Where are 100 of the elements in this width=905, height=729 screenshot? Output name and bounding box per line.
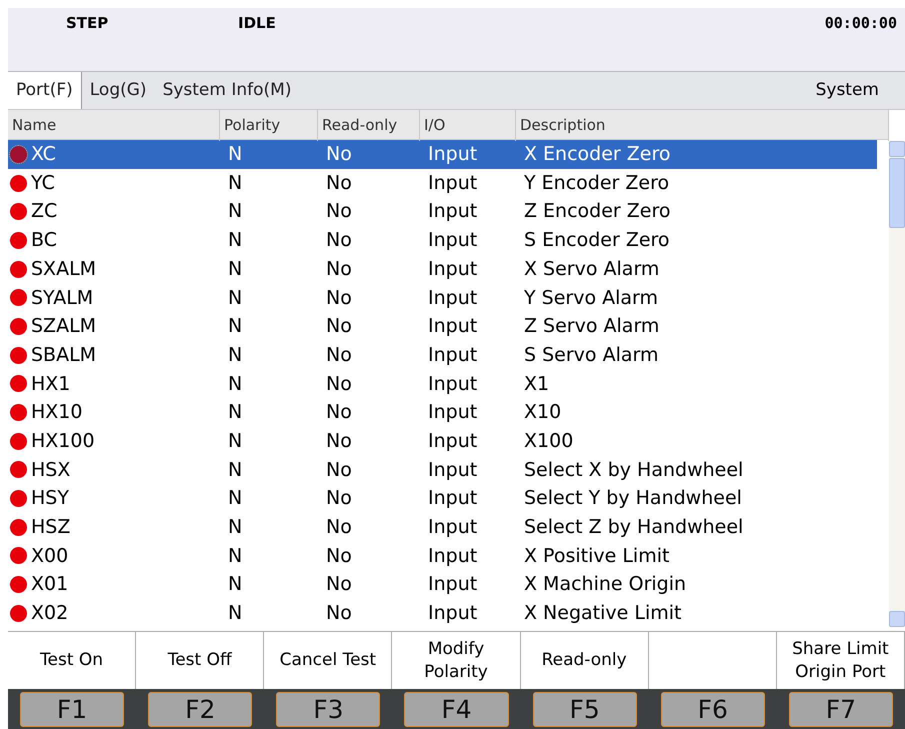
table-row[interactable]: HX1 N No Input X1 xyxy=(8,370,877,398)
table-cell-text: SZALM xyxy=(31,314,96,340)
table-cell-text: N xyxy=(227,170,244,196)
table-cell-text: Input xyxy=(427,428,478,454)
tab[interactable]: Log(G) xyxy=(82,72,155,109)
table-row[interactable]: XC N No Input X Encoder Zero xyxy=(8,140,877,169)
table-cell-text: S Servo Alarm xyxy=(523,342,660,368)
function-key[interactable]: F6 xyxy=(660,692,765,727)
table-row[interactable]: SXALM N No Input X Servo Alarm xyxy=(8,254,877,284)
table-cell-text: Y Servo Alarm xyxy=(523,286,660,311)
table-cell-text: Input xyxy=(427,170,478,196)
table-cell-text: N xyxy=(227,428,244,454)
table-cell-text: N xyxy=(227,400,244,426)
table-cell-text: N xyxy=(227,199,244,224)
function-key[interactable]: F7 xyxy=(788,692,893,727)
table-row[interactable]: SYALM N No Input Y Servo Alarm xyxy=(8,283,877,312)
table-cell-text: N xyxy=(227,256,244,282)
scroll-up-button[interactable] xyxy=(889,141,905,157)
table-cell-text: Input xyxy=(427,544,478,569)
table-cell-text: No xyxy=(325,286,353,311)
table-cell-text: Input xyxy=(427,601,478,626)
table-cell-text: Select Y by Handwheel xyxy=(523,486,743,512)
table-cell-text: No xyxy=(325,199,353,224)
table-cell-text: Input xyxy=(427,515,478,540)
table-row[interactable]: SZALM N No Input Z Servo Alarm xyxy=(8,312,877,341)
table-row[interactable]: ZC N No Input Z Encoder Zero xyxy=(8,197,877,226)
table-cell-text: Input xyxy=(427,342,478,368)
status-dot-icon xyxy=(10,375,27,392)
table-cell-text: No xyxy=(325,142,353,168)
table-row[interactable]: YC N No Input Y Encoder Zero xyxy=(8,168,877,198)
table-cell-text: Input xyxy=(427,486,478,512)
table-cell-text: X Negative Limit xyxy=(523,601,682,626)
table-cell-text: Input xyxy=(427,199,478,224)
table-cell-text: BC xyxy=(31,228,57,254)
function-key[interactable]: F2 xyxy=(148,692,252,727)
table-cell-text: HSX xyxy=(31,458,70,483)
table-cell-text: Input xyxy=(427,228,478,254)
scrollbar[interactable] xyxy=(889,141,905,627)
table-cell-text: Select Z by Handwheel xyxy=(523,515,744,540)
table-cell-text: X1 xyxy=(523,372,550,397)
softkey-label: Modify Polarity xyxy=(424,638,488,683)
table-cell-text: N xyxy=(227,515,244,540)
status-dot-icon xyxy=(10,174,27,192)
table-cell-text: N xyxy=(227,572,244,598)
table-cell-text: No xyxy=(325,486,353,512)
table-row[interactable]: HSY N No Input Select Y by Handwheel xyxy=(8,484,877,513)
scroll-down-button[interactable] xyxy=(889,611,905,627)
table-row[interactable]: BC N No Input S Encoder Zero xyxy=(8,226,877,255)
table-row[interactable]: X02 N No Input X Negative Limit xyxy=(8,599,877,628)
status-dot-icon xyxy=(10,203,27,220)
table-cell-text: ZC xyxy=(31,199,58,224)
status-dot-icon xyxy=(10,346,27,364)
table-cell-text: N xyxy=(227,228,244,254)
table-cell-text: N xyxy=(227,458,244,483)
table-cell-text: X Positive Limit xyxy=(523,544,670,569)
softkey-label: Test Off xyxy=(168,649,232,672)
status-dot-icon xyxy=(10,404,27,422)
table-cell-text: N xyxy=(227,286,244,311)
table-row[interactable]: HX100 N No Input X100 xyxy=(8,426,877,456)
table-cell-text: No xyxy=(325,515,353,540)
table-cell-text: X00 xyxy=(31,544,68,569)
function-key[interactable]: F3 xyxy=(276,692,380,727)
table-cell-text: HX1 xyxy=(31,372,70,397)
table-row[interactable]: X01 N No Input X Machine Origin xyxy=(8,570,877,599)
table-cell-text: N xyxy=(227,601,244,626)
function-key[interactable]: F5 xyxy=(532,692,637,727)
table-cell-text: N xyxy=(227,372,244,397)
status-dot-icon xyxy=(10,146,27,163)
table-cell-text: No xyxy=(325,572,353,598)
status-dot-icon xyxy=(10,318,27,335)
function-key[interactable]: F1 xyxy=(20,692,124,727)
softkey-label: Cancel Test xyxy=(280,649,376,672)
tab[interactable]: Port(F) xyxy=(8,72,82,109)
status-dot-icon xyxy=(10,604,27,622)
table-cell-text: N xyxy=(227,314,244,340)
scroll-thumb[interactable] xyxy=(889,158,905,228)
table-cell-text: N xyxy=(227,486,244,512)
table-cell-text: Input xyxy=(427,314,478,340)
table-cell-text: Input xyxy=(427,372,478,397)
softkey-label: Share Limit Origin Port xyxy=(792,638,889,683)
softkey-label: Test On xyxy=(40,649,104,672)
table-cell-text: No xyxy=(325,228,353,254)
table-cell-text: N xyxy=(227,544,244,569)
table-cell-text: X02 xyxy=(31,601,68,626)
table-cell-text: No xyxy=(325,372,353,397)
table-row[interactable]: HSX N No Input Select X by Handwheel xyxy=(8,456,877,484)
status-dot-icon xyxy=(10,260,27,278)
function-key[interactable]: F4 xyxy=(404,692,509,727)
state-label: IDLE xyxy=(238,13,276,34)
table-cell-text: No xyxy=(325,170,353,196)
table-row[interactable]: HX10 N No Input X10 xyxy=(8,398,877,427)
table-cell-text: No xyxy=(325,458,353,483)
table-cell-text: YC xyxy=(31,170,55,196)
table-cell-text: X Servo Alarm xyxy=(523,256,660,282)
table-row[interactable]: SBALM N No Input S Servo Alarm xyxy=(8,340,877,370)
table-row[interactable]: HSZ N No Input Select Z by Handwheel xyxy=(8,512,877,542)
tab[interactable]: System Info(M) xyxy=(154,72,300,109)
table-cell-text: X Encoder Zero xyxy=(523,142,672,168)
table-cell-text: Select X by Handwheel xyxy=(523,458,744,483)
table-row[interactable]: X00 N No Input X Positive Limit xyxy=(8,542,877,570)
